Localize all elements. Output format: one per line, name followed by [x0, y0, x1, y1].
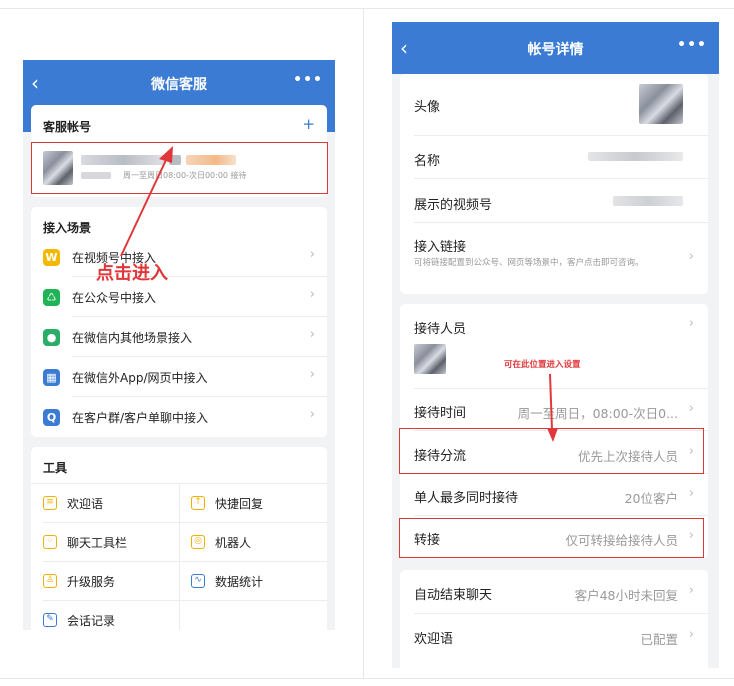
annotation-arrow-left	[120, 146, 173, 257]
annotation-click-enter: 点击进入	[96, 263, 168, 284]
wechat-service-screen: ‹ 微信客服 ••• 客服帐号 + 周一至周日08:00-次日00:00 接待 …	[23, 60, 335, 630]
annotation-arrow-right	[547, 373, 558, 442]
account-detail-screen: ‹ 帐号详情 ••• 头像 名称 展示的视频号 接入链接 可将链接配置到公众号、…	[392, 22, 719, 668]
